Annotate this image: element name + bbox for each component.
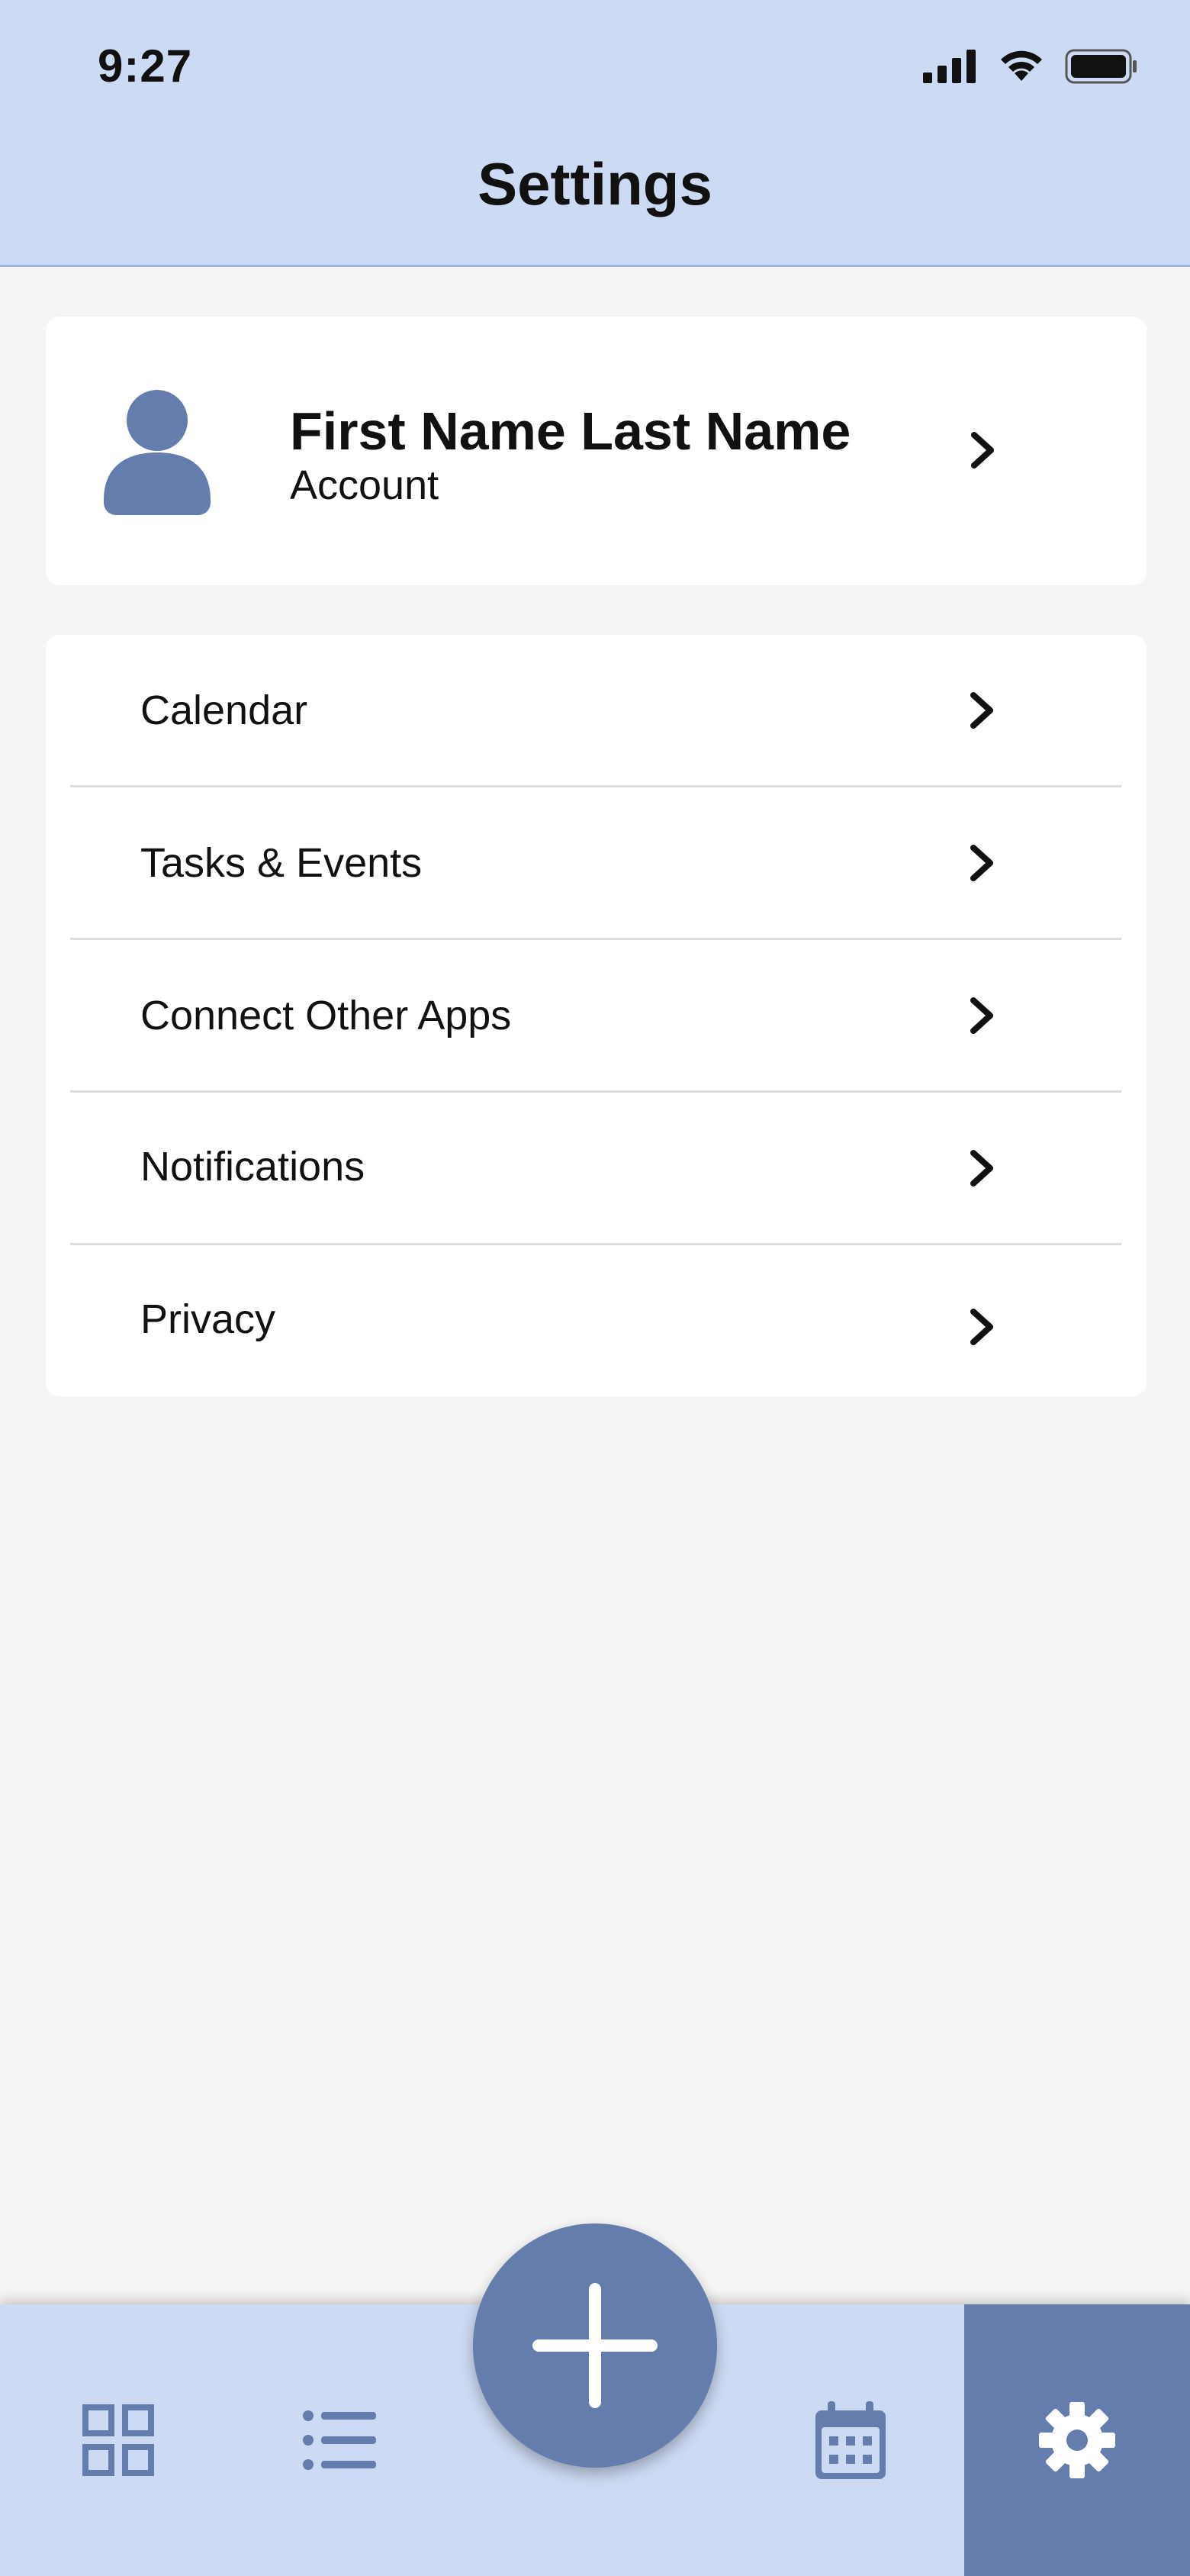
chevron-right-icon [970,1309,993,1345]
page-title: Settings [478,150,712,217]
user-avatar-icon [104,390,211,515]
gear-icon [1039,2402,1115,2478]
account-card[interactable]: First Name Last Name Account [46,317,1147,585]
menu-item-label: Privacy [140,1296,276,1342]
list-icon [303,2410,376,2470]
tab-calendar[interactable] [778,2304,923,2576]
settings-menu: Calendar Tasks & Events Connect Other Ap… [46,635,1147,1396]
status-icons [923,49,1138,84]
wifi-icon [1001,50,1042,81]
add-button[interactable] [473,2223,717,2468]
menu-item-label: Connect Other Apps [140,993,512,1038]
menu-item-calendar[interactable]: Calendar [70,635,1121,787]
chevron-right-icon [970,845,993,881]
chevron-right-icon [970,997,993,1034]
menu-item-connect-other-apps[interactable]: Connect Other Apps [70,940,1121,1093]
status-time: 9:27 [98,40,193,92]
battery-icon [1065,49,1137,84]
grid-icon [82,2404,154,2476]
menu-item-label: Calendar [140,687,308,733]
menu-item-privacy[interactable]: Privacy [70,1245,1121,1398]
profile-subtitle: Account [290,462,439,508]
profile-name: First Name Last Name [290,401,851,461]
plus-icon [532,2283,658,2408]
menu-item-label: Notifications [140,1144,365,1190]
menu-item-label: Tasks & Events [140,840,423,886]
tab-list[interactable] [267,2304,412,2576]
chevron-right-icon [970,692,993,729]
tab-dashboard[interactable] [46,2304,191,2576]
signal-icon [923,50,976,83]
menu-item-tasks-events[interactable]: Tasks & Events [70,787,1121,940]
header-bar: 9:27 Settings [0,0,1190,267]
chevron-right-icon [970,1150,993,1187]
menu-item-notifications[interactable]: Notifications [70,1093,1121,1245]
calendar-icon [815,2401,886,2479]
chevron-right-icon [971,432,994,469]
tab-settings[interactable] [964,2304,1190,2576]
